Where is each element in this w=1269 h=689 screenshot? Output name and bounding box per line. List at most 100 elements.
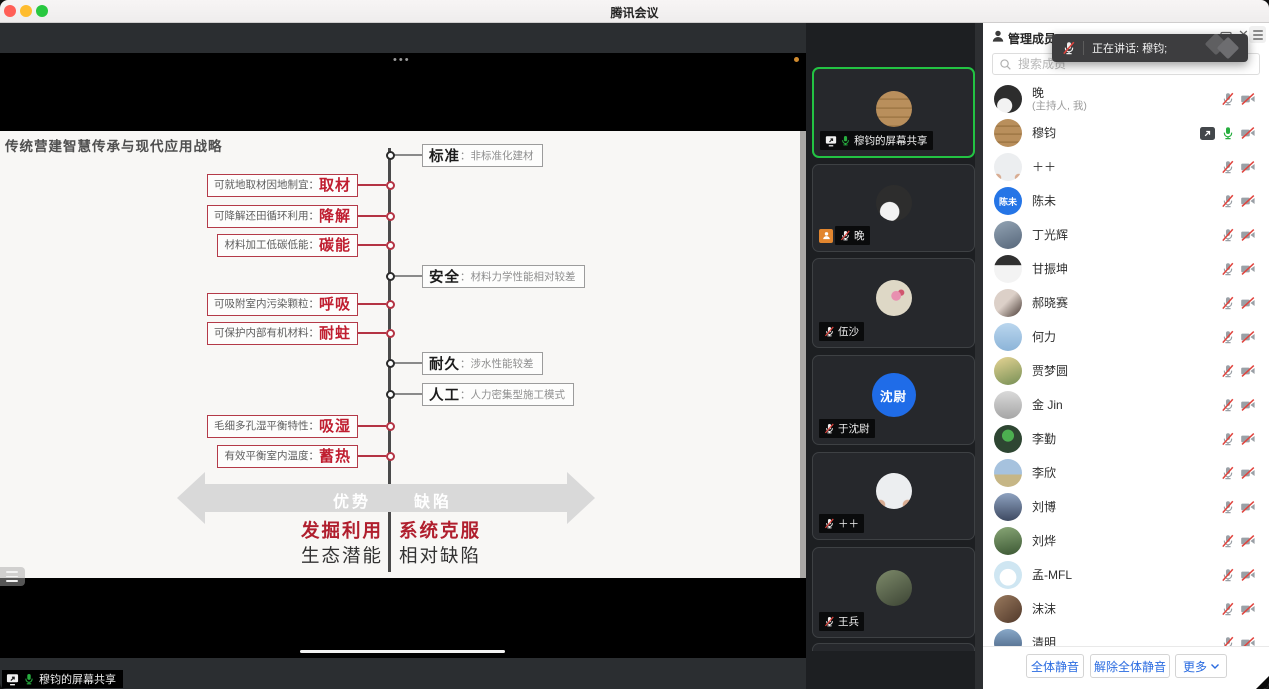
mic-muted-icon[interactable] bbox=[1221, 602, 1235, 616]
mic-muted-icon[interactable] bbox=[1221, 262, 1235, 276]
member-row[interactable]: 孟-MFL bbox=[983, 558, 1269, 592]
mic-muted-icon[interactable] bbox=[1221, 92, 1235, 106]
member-name: 清明 bbox=[1032, 636, 1221, 646]
member-row[interactable]: 甘振坤 bbox=[983, 252, 1269, 286]
panel-menu-icon[interactable] bbox=[1249, 26, 1266, 43]
slide-left-box: 材料加工低碳低能： 碳能 bbox=[217, 234, 358, 257]
connector-line bbox=[358, 332, 386, 334]
partial-video-tile[interactable] bbox=[812, 643, 975, 651]
mic-muted-icon[interactable] bbox=[1221, 534, 1235, 548]
member-row[interactable]: 丁光辉 bbox=[983, 218, 1269, 252]
mic-muted-icon bbox=[840, 230, 851, 241]
resize-corner[interactable] bbox=[1256, 676, 1269, 689]
mic-muted-icon[interactable] bbox=[1221, 160, 1235, 174]
avatar bbox=[994, 323, 1022, 351]
connector-line bbox=[394, 393, 422, 395]
camera-off-icon[interactable] bbox=[1240, 398, 1256, 412]
member-row[interactable]: 郝晓赛 bbox=[983, 286, 1269, 320]
mic-muted-icon[interactable] bbox=[1221, 568, 1235, 582]
video-tile[interactable]: 穆钧的屏幕共享 bbox=[812, 67, 975, 158]
member-name: ＋＋ bbox=[1032, 160, 1221, 174]
mic-muted-icon[interactable] bbox=[1221, 398, 1235, 412]
camera-off-icon[interactable] bbox=[1240, 500, 1256, 514]
member-row[interactable]: ＋＋ bbox=[983, 150, 1269, 184]
camera-off-icon[interactable] bbox=[1240, 534, 1256, 548]
mic-muted-icon[interactable] bbox=[1221, 636, 1235, 646]
more-options-icon[interactable]: ••• bbox=[393, 56, 411, 64]
video-tile[interactable]: 伍沙 bbox=[812, 258, 975, 348]
mic-muted-icon[interactable] bbox=[1221, 432, 1235, 446]
member-row[interactable]: 穆钧 bbox=[983, 116, 1269, 150]
mic-muted-icon[interactable] bbox=[1221, 296, 1235, 310]
presentation-progress-line bbox=[300, 650, 505, 653]
mic-muted-icon[interactable] bbox=[1221, 330, 1235, 344]
mic-muted-icon[interactable] bbox=[1221, 194, 1235, 208]
member-row[interactable]: 晚 (主持人, 我) bbox=[983, 82, 1269, 116]
mic-live-icon[interactable] bbox=[1221, 126, 1235, 140]
timeline-node bbox=[386, 329, 395, 338]
member-row[interactable]: 清明 bbox=[983, 626, 1269, 646]
video-tile[interactable]: 沈尉 于沈尉 bbox=[812, 355, 975, 445]
member-row[interactable]: 李勤 bbox=[983, 422, 1269, 456]
timeline-node bbox=[386, 390, 395, 399]
camera-off-icon[interactable] bbox=[1240, 432, 1256, 446]
more-button[interactable]: 更多 bbox=[1175, 654, 1227, 678]
video-tile[interactable]: 王兵 bbox=[812, 547, 975, 638]
mic-muted-icon[interactable] bbox=[1221, 500, 1235, 514]
video-strip-scrollbar[interactable] bbox=[975, 22, 983, 689]
camera-off-icon[interactable] bbox=[1240, 466, 1256, 480]
member-row[interactable]: 贾梦圆 bbox=[983, 354, 1269, 388]
member-name: 金 Jin bbox=[1032, 398, 1221, 412]
mic-muted-icon[interactable] bbox=[1221, 228, 1235, 242]
member-row[interactable]: 刘博 bbox=[983, 490, 1269, 524]
avatar bbox=[994, 391, 1022, 419]
speaking-toast: 正在讲话: 穆钧; bbox=[1052, 34, 1248, 62]
right-box-keyword: 耐久 bbox=[429, 353, 460, 374]
mic-muted-icon bbox=[824, 326, 835, 337]
camera-off-icon[interactable] bbox=[1240, 262, 1256, 276]
camera-off-icon[interactable] bbox=[1240, 364, 1256, 378]
left-box-keyword: 取材 bbox=[319, 175, 351, 196]
screen-sharing-badge-icon bbox=[1200, 127, 1215, 140]
avatar bbox=[994, 561, 1022, 589]
camera-off-icon[interactable] bbox=[1240, 92, 1256, 106]
right-box-desc: ：人力密集型施工模式 bbox=[460, 387, 565, 402]
slide-left-box: 可降解还田循环利用： 降解 bbox=[207, 205, 358, 228]
connector-line bbox=[394, 154, 422, 156]
member-row[interactable]: 何力 bbox=[983, 320, 1269, 354]
mute-all-button[interactable]: 全体静音 bbox=[1026, 654, 1084, 678]
member-row[interactable]: 陈未 陈未 bbox=[983, 184, 1269, 218]
camera-off-icon[interactable] bbox=[1240, 194, 1256, 208]
left-box-label: 可保护内部有机材料： bbox=[214, 323, 319, 344]
camera-off-icon[interactable] bbox=[1240, 228, 1256, 242]
right-box-keyword: 标准 bbox=[429, 145, 460, 166]
tile-name-tag: ＋＋ bbox=[819, 514, 864, 533]
avatar bbox=[994, 221, 1022, 249]
member-row[interactable]: 刘烨 bbox=[983, 524, 1269, 558]
tile-name-tag: 晚 bbox=[819, 226, 870, 245]
timeline-node bbox=[386, 422, 395, 431]
camera-off-icon[interactable] bbox=[1240, 602, 1256, 616]
member-row[interactable]: 沫沫 bbox=[983, 592, 1269, 626]
macos-titlebar: 腾讯会议 bbox=[0, 0, 1269, 23]
tile-name-label: 穆钧的屏幕共享 bbox=[854, 133, 928, 148]
connector-line bbox=[358, 455, 386, 457]
video-tile[interactable]: 晚 bbox=[812, 164, 975, 252]
member-row[interactable]: 李欣 bbox=[983, 456, 1269, 490]
mic-muted-icon[interactable] bbox=[1221, 364, 1235, 378]
video-tile[interactable]: ＋＋ bbox=[812, 452, 975, 540]
conclusion-divider bbox=[388, 515, 391, 572]
avatar bbox=[994, 289, 1022, 317]
timeline-node bbox=[386, 212, 395, 221]
camera-off-icon[interactable] bbox=[1240, 330, 1256, 344]
camera-off-icon[interactable] bbox=[1240, 568, 1256, 582]
camera-off-icon[interactable] bbox=[1240, 160, 1256, 174]
camera-off-icon[interactable] bbox=[1240, 636, 1256, 646]
camera-off-icon[interactable] bbox=[1240, 296, 1256, 310]
sidebar-toggle-button[interactable] bbox=[0, 567, 25, 586]
member-row[interactable]: 金 Jin bbox=[983, 388, 1269, 422]
left-box-label: 可吸附室内污染颗粒： bbox=[214, 294, 319, 315]
unmute-all-button[interactable]: 解除全体静音 bbox=[1090, 654, 1170, 678]
mic-muted-icon[interactable] bbox=[1221, 466, 1235, 480]
camera-off-icon[interactable] bbox=[1240, 126, 1256, 140]
